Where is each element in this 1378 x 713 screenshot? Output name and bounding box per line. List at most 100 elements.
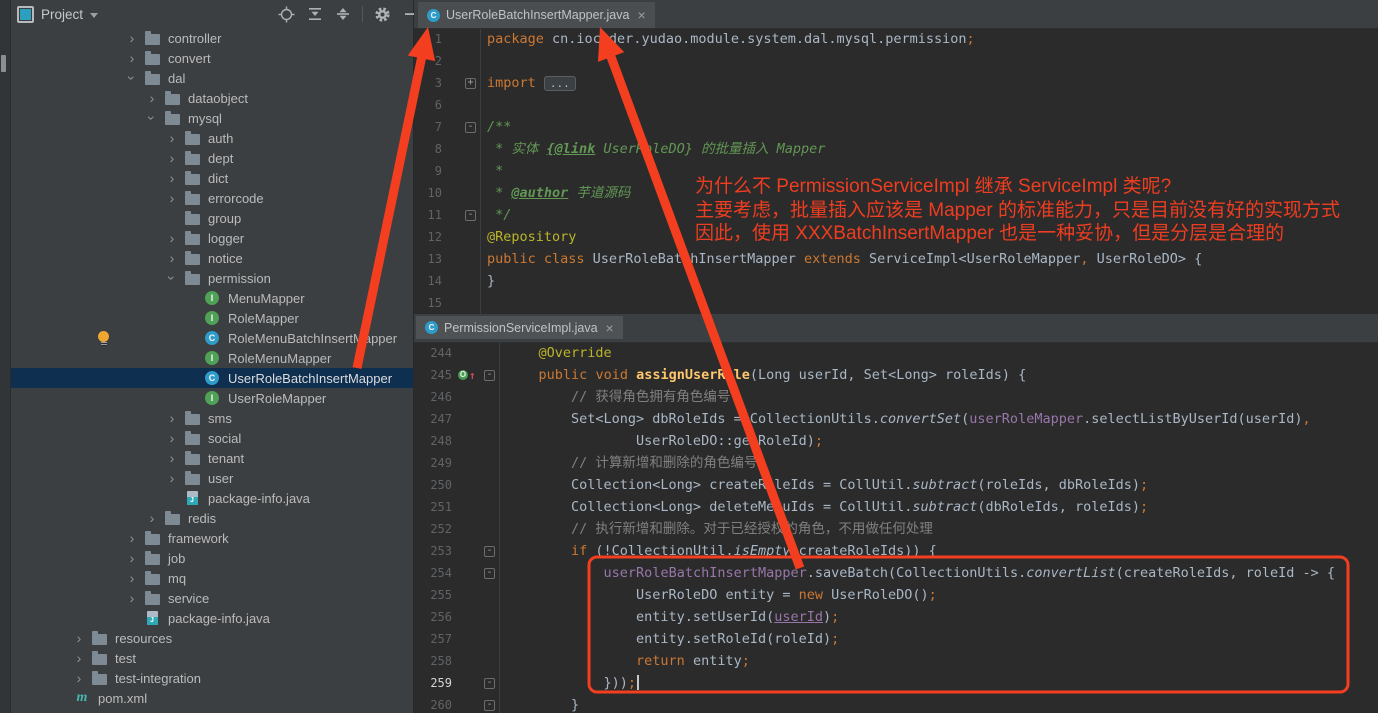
tree-row-pom-xml[interactable]: mpom.xml: [0, 688, 413, 708]
override-method-icon[interactable]: O: [458, 370, 468, 380]
code-line-244[interactable]: 244 @Override: [414, 342, 1378, 364]
code-line-15[interactable]: 15: [414, 292, 1378, 314]
line-number[interactable]: 247: [414, 408, 458, 430]
fold-marker-icon[interactable]: -: [484, 568, 495, 579]
code-line-250[interactable]: 250 Collection<Long> createRoleIds = Col…: [414, 474, 1378, 496]
line-number[interactable]: 250: [414, 474, 458, 496]
collapse-all-icon[interactable]: [334, 6, 351, 23]
code-line-252[interactable]: 252 // 执行新增和删除。对于已经授权的角色，不用做任何处理: [414, 518, 1378, 540]
tree-chevron-icon[interactable]: ›: [69, 651, 89, 665]
code-line-249[interactable]: 249 // 计算新增和删除的角色编号: [414, 452, 1378, 474]
tab-permissionserviceimpl[interactable]: C PermissionServiceImpl.java ×: [416, 316, 623, 339]
tree-row-framework[interactable]: ›framework: [0, 528, 413, 548]
tree-row-service[interactable]: ›service: [0, 588, 413, 608]
tree-chevron-icon[interactable]: ›: [162, 191, 182, 205]
tree-chevron-icon[interactable]: ›: [162, 231, 182, 245]
tree-row-rolemapper[interactable]: IRoleMapper: [0, 308, 413, 328]
line-number[interactable]: 256: [414, 606, 458, 628]
code-line-2[interactable]: 2: [414, 50, 1378, 72]
tree-row-rolemenubatchinsertmapper[interactable]: CRoleMenuBatchInsertMapper: [0, 328, 413, 348]
line-number[interactable]: 258: [414, 650, 458, 672]
code-line-258[interactable]: 258 return entity;: [414, 650, 1378, 672]
intention-bulb-icon[interactable]: [98, 331, 109, 342]
code-line-255[interactable]: 255 UserRoleDO entity = new UserRoleDO()…: [414, 584, 1378, 606]
tree-chevron-icon[interactable]: ›: [122, 31, 142, 45]
tree-row-rolemenumapper[interactable]: IRoleMenuMapper: [0, 348, 413, 368]
tree-chevron-icon[interactable]: ›: [165, 268, 179, 288]
code-line-259[interactable]: 259- }));: [414, 672, 1378, 694]
line-number[interactable]: 251: [414, 496, 458, 518]
fold-marker-icon[interactable]: +: [465, 78, 476, 89]
line-number[interactable]: 13: [414, 248, 448, 270]
tree-row-package-info-java[interactable]: package-info.java: [0, 608, 413, 628]
tree-chevron-icon[interactable]: ›: [122, 51, 142, 65]
fold-marker-icon[interactable]: -: [465, 122, 476, 133]
tree-chevron-icon[interactable]: ›: [162, 431, 182, 445]
code-line-251[interactable]: 251 Collection<Long> deleteMenuIds = Col…: [414, 496, 1378, 518]
tree-row-resources[interactable]: ›resources: [0, 628, 413, 648]
tree-row-group[interactable]: group: [0, 208, 413, 228]
tree-chevron-icon[interactable]: ›: [125, 68, 139, 88]
tree-row-user[interactable]: ›user: [0, 468, 413, 488]
tree-row-dept[interactable]: ›dept: [0, 148, 413, 168]
code-line-247[interactable]: 247 Set<Long> dbRoleIds = CollectionUtil…: [414, 408, 1378, 430]
code-line-260[interactable]: 260- }: [414, 694, 1378, 713]
editor-top[interactable]: 1package cn.iocoder.yudao.module.system.…: [414, 28, 1378, 314]
fold-marker-icon[interactable]: -: [484, 546, 495, 557]
code-line-14[interactable]: 14}: [414, 270, 1378, 292]
tree-row-dal[interactable]: ›dal: [0, 68, 413, 88]
tree-chevron-icon[interactable]: ›: [162, 171, 182, 185]
line-number[interactable]: 6: [414, 94, 448, 116]
tree-row-menumapper[interactable]: IMenuMapper: [0, 288, 413, 308]
settings-icon[interactable]: [374, 6, 391, 23]
tree-row-errorcode[interactable]: ›errorcode: [0, 188, 413, 208]
tree-row-social[interactable]: ›social: [0, 428, 413, 448]
code-line-256[interactable]: 256 entity.setUserId(userId);: [414, 606, 1378, 628]
line-number[interactable]: 11: [414, 204, 448, 226]
tree-row-package-info-java[interactable]: package-info.java: [0, 488, 413, 508]
tree-row-controller[interactable]: ›controller: [0, 28, 413, 48]
tree-chevron-icon[interactable]: ›: [162, 471, 182, 485]
fold-marker-icon[interactable]: -: [465, 210, 476, 221]
line-number[interactable]: 1: [414, 28, 448, 50]
dropdown-caret-icon[interactable]: [90, 13, 98, 18]
tree-row-permission[interactable]: ›permission: [0, 268, 413, 288]
code-line-13[interactable]: 13public class UserRoleBatchInsertMapper…: [414, 248, 1378, 270]
tree-row-logger[interactable]: ›logger: [0, 228, 413, 248]
line-number[interactable]: 259: [414, 672, 458, 694]
line-number[interactable]: 252: [414, 518, 458, 540]
tree-chevron-icon[interactable]: ›: [69, 671, 89, 685]
line-number[interactable]: 257: [414, 628, 458, 650]
line-number[interactable]: 254: [414, 562, 458, 584]
tree-chevron-icon[interactable]: ›: [162, 151, 182, 165]
tree-chevron-icon[interactable]: ›: [162, 411, 182, 425]
tree-chevron-icon[interactable]: ›: [142, 91, 162, 105]
tab-userrolebatchinsertmapper[interactable]: C UserRoleBatchInsertMapper.java ×: [418, 2, 655, 28]
tree-row-dict[interactable]: ›dict: [0, 168, 413, 188]
line-number[interactable]: 244: [414, 342, 458, 364]
tree-chevron-icon[interactable]: ›: [162, 251, 182, 265]
tree-row-dataobject[interactable]: ›dataobject: [0, 88, 413, 108]
line-number[interactable]: 14: [414, 270, 448, 292]
line-number[interactable]: 246: [414, 386, 458, 408]
fold-marker-icon[interactable]: -: [484, 700, 495, 711]
line-number[interactable]: 248: [414, 430, 458, 452]
tree-row-redis[interactable]: ›redis: [0, 508, 413, 528]
tree-chevron-icon[interactable]: ›: [122, 571, 142, 585]
code-line-8[interactable]: 8 * 实体 {@link UserRoleDO} 的批量插入 Mapper: [414, 138, 1378, 160]
line-number[interactable]: 12: [414, 226, 448, 248]
tree-row-notice[interactable]: ›notice: [0, 248, 413, 268]
tree-row-userrolebatchinsertmapper[interactable]: CUserRoleBatchInsertMapper: [0, 368, 413, 388]
tree-row-test-integration[interactable]: ›test-integration: [0, 668, 413, 688]
line-number[interactable]: 7: [414, 116, 448, 138]
fold-marker-icon[interactable]: -: [484, 678, 495, 689]
tree-row-test[interactable]: ›test: [0, 648, 413, 668]
line-number[interactable]: 2: [414, 50, 448, 72]
tree-chevron-icon[interactable]: ›: [122, 591, 142, 605]
line-number[interactable]: 260: [414, 694, 458, 713]
line-number[interactable]: 10: [414, 182, 448, 204]
code-line-248[interactable]: 248 UserRoleDO::getRoleId);: [414, 430, 1378, 452]
line-number[interactable]: 9: [414, 160, 448, 182]
line-number[interactable]: 3: [414, 72, 448, 94]
tree-chevron-icon[interactable]: ›: [69, 631, 89, 645]
